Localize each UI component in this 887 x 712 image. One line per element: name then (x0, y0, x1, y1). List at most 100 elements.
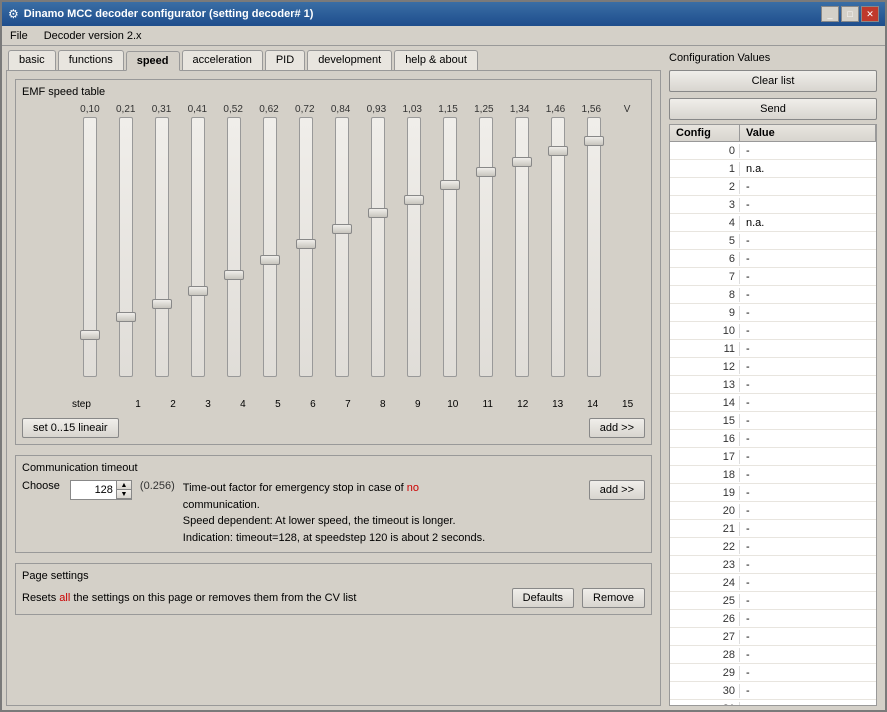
config-table-body[interactable]: 0-1n.a.2-3-4n.a.5-6-7-8-9-10-11-12-13-14… (670, 142, 876, 705)
set-linear-button[interactable]: set 0..15 lineair (22, 418, 119, 438)
step-label-1: 1 (121, 399, 156, 410)
slider-8[interactable] (335, 117, 349, 377)
config-row: 19- (670, 484, 876, 502)
slider-15[interactable] (587, 117, 601, 377)
config-row-value: - (740, 612, 876, 626)
spinner-buttons: ▲ ▼ (116, 481, 131, 499)
remove-button[interactable]: Remove (582, 588, 645, 608)
close-button[interactable]: ✕ (861, 6, 879, 22)
title-bar: ⚙ Dinamo MCC decoder configurator (setti… (2, 2, 885, 26)
tab-acceleration[interactable]: acceleration (182, 50, 263, 70)
config-row: 9- (670, 304, 876, 322)
comm-section-title: Communication timeout (22, 462, 645, 474)
config-table: Config Value 0-1n.a.2-3-4n.a.5-6-7-8-9-1… (669, 124, 877, 706)
left-panel: basic functions speed acceleration PID d… (2, 46, 665, 710)
header-config: Config (670, 125, 740, 141)
config-row-value: - (740, 540, 876, 554)
config-row-number: 6 (670, 252, 740, 266)
right-panel: Configuration Values Clear list Send Con… (665, 46, 885, 710)
config-row: 24- (670, 574, 876, 592)
config-row: 16- (670, 430, 876, 448)
spinner-down-button[interactable]: ▼ (117, 490, 131, 499)
comm-choose-label: Choose (22, 480, 60, 492)
step-label-13: 13 (540, 399, 575, 410)
comm-desc-highlight: no (407, 482, 419, 494)
config-row-number: 0 (670, 144, 740, 158)
title-bar-buttons: _ □ ✕ (821, 6, 879, 22)
vlabel-5: 0,62 (251, 104, 287, 115)
slider-14[interactable] (551, 117, 565, 377)
slider-6[interactable] (263, 117, 277, 377)
tab-functions[interactable]: functions (58, 50, 124, 70)
config-row-number: 29 (670, 666, 740, 680)
config-row-number: 26 (670, 612, 740, 626)
comm-section: Communication timeout Choose ▲ ▼ (0.256) (15, 455, 652, 553)
step-label-header: step (72, 399, 121, 410)
maximize-button[interactable]: □ (841, 6, 859, 22)
defaults-button[interactable]: Defaults (512, 588, 574, 608)
config-row-value: n.a. (740, 702, 876, 706)
step-labels-row: step 1 2 3 4 5 6 7 8 9 10 11 12 (22, 399, 645, 410)
config-row-value: - (740, 666, 876, 680)
step-label-15: 15 (610, 399, 645, 410)
tab-basic[interactable]: basic (8, 50, 56, 70)
config-row-number: 18 (670, 468, 740, 482)
config-row-value: - (740, 432, 876, 446)
config-row: 28- (670, 646, 876, 664)
config-row-number: 22 (670, 540, 740, 554)
config-row-number: 8 (670, 288, 740, 302)
config-row-value: n.a. (740, 162, 876, 176)
config-row-number: 9 (670, 306, 740, 320)
spinner-up-button[interactable]: ▲ (117, 481, 131, 490)
config-row-value: n.a. (740, 216, 876, 230)
tab-help[interactable]: help & about (394, 50, 478, 70)
slider-3[interactable] (155, 117, 169, 377)
config-row-value: - (740, 522, 876, 536)
slider-10[interactable] (407, 117, 421, 377)
menu-file[interactable]: File (6, 29, 32, 43)
menu-decoder-version[interactable]: Decoder version 2.x (40, 29, 146, 43)
config-row: 17- (670, 448, 876, 466)
config-row: 5- (670, 232, 876, 250)
slider-2[interactable] (119, 117, 133, 377)
config-row-value: - (740, 486, 876, 500)
slider-col-11 (432, 117, 468, 397)
vlabel-14: 1,56 (573, 104, 609, 115)
slider-11[interactable] (443, 117, 457, 377)
vlabel-2: 0,31 (144, 104, 180, 115)
vlabel-12: 1,34 (502, 104, 538, 115)
emf-buttons-row: set 0..15 lineair add >> (22, 418, 645, 438)
menu-bar: File Decoder version 2.x (2, 26, 885, 46)
emf-add-button[interactable]: add >> (589, 418, 645, 438)
vlabel-8: 0,93 (359, 104, 395, 115)
slider-4[interactable] (191, 117, 205, 377)
vlabel-1: 0,21 (108, 104, 144, 115)
slider-col-13 (504, 117, 540, 397)
emf-section-title: EMF speed table (22, 86, 645, 98)
slider-12[interactable] (479, 117, 493, 377)
minimize-button[interactable]: _ (821, 6, 839, 22)
comm-add-button[interactable]: add >> (589, 480, 645, 500)
slider-7[interactable] (299, 117, 313, 377)
slider-5[interactable] (227, 117, 241, 377)
tab-pid[interactable]: PID (265, 50, 305, 70)
comm-value-input[interactable] (71, 483, 116, 497)
config-row-number: 7 (670, 270, 740, 284)
config-row-number: 27 (670, 630, 740, 644)
step-label-3: 3 (191, 399, 226, 410)
slider-13[interactable] (515, 117, 529, 377)
config-row: 7- (670, 268, 876, 286)
slider-col-10 (396, 117, 432, 397)
tab-speed[interactable]: speed (126, 51, 180, 71)
page-settings-highlight: all (59, 592, 70, 604)
send-button[interactable]: Send (669, 98, 877, 120)
slider-9[interactable] (371, 117, 385, 377)
slider-1[interactable] (83, 117, 97, 377)
config-row-value: - (740, 378, 876, 392)
clear-list-button[interactable]: Clear list (669, 70, 877, 92)
config-row-value: - (740, 252, 876, 266)
config-row-value: - (740, 414, 876, 428)
tab-development[interactable]: development (307, 50, 392, 70)
config-row-value: - (740, 360, 876, 374)
config-row-number: 25 (670, 594, 740, 608)
